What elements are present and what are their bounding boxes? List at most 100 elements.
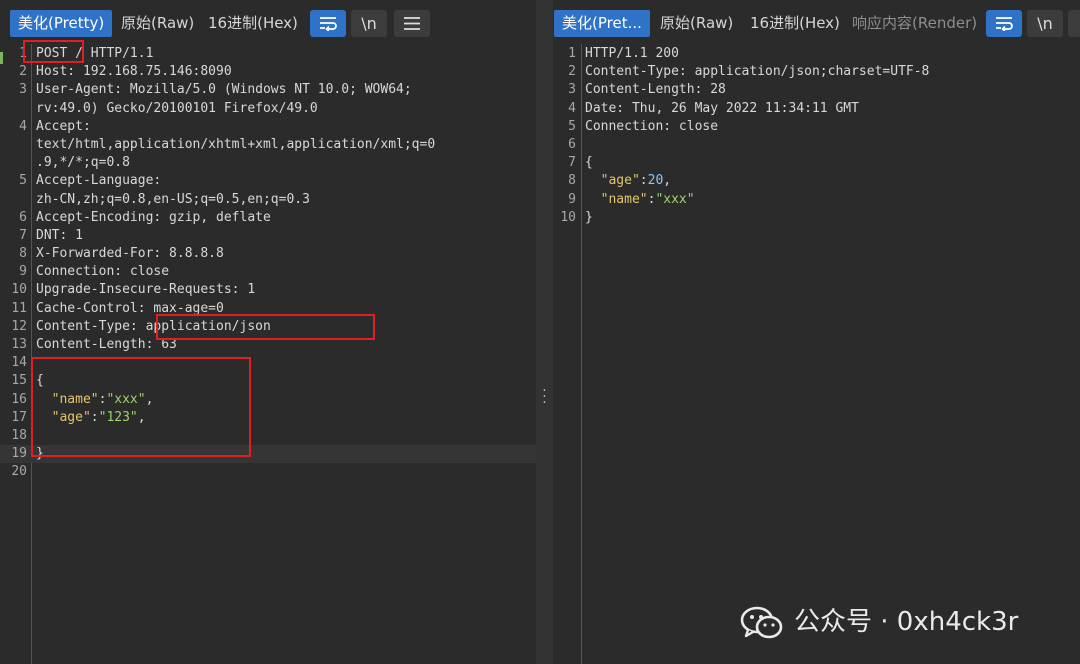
- code-token: Connection: close: [36, 264, 170, 280]
- code-line: 2 Host: 192.168.75.146:8090: [0, 63, 536, 81]
- code-line: 9 "name":"xxx": [553, 191, 1080, 209]
- tab-pretty[interactable]: 美化(Pretty): [10, 10, 113, 37]
- code-token: "age": [600, 173, 640, 189]
- line-number: 3: [19, 82, 27, 98]
- line-number: 4: [19, 118, 27, 134]
- line-number: 10: [11, 282, 27, 298]
- line-text: HTTP/1.1 200: [585, 45, 679, 63]
- code-token: :: [639, 173, 648, 189]
- code-line: 20: [0, 463, 536, 481]
- line-number: 17: [11, 409, 27, 425]
- line-number: 15: [11, 373, 27, 389]
- json-body-highlight-box: [31, 357, 251, 457]
- content-type-highlight-box: [156, 314, 375, 340]
- wechat-icon: [740, 606, 783, 638]
- newline-label: \n: [1037, 14, 1053, 33]
- line-number: 7: [19, 227, 27, 243]
- line-text: Connection: close: [36, 263, 169, 281]
- line-text: }: [585, 209, 593, 227]
- line-text: "name":"xxx": [585, 191, 695, 209]
- code-token: Accept-Encoding: gzip, deflate: [36, 209, 271, 225]
- code-line: 7{: [553, 154, 1080, 172]
- code-token: X-Forwarded-For: 8.8.8.8: [36, 246, 224, 262]
- show-newlines-button[interactable]: \n: [351, 10, 387, 37]
- code-token: Content-Type: application/json;charset=U…: [585, 64, 930, 80]
- code-line: 8 "age":20,: [553, 172, 1080, 190]
- line-number: 16: [11, 391, 27, 407]
- line-number: 11: [11, 300, 27, 316]
- line-text: Accept-Language:: [36, 172, 161, 190]
- line-number: 9: [568, 191, 576, 207]
- line-text: {: [585, 154, 593, 172]
- request-editor[interactable]: 1 POST / HTTP/1.1 2 Host: 192.168.75.146:80…: [0, 44, 536, 664]
- line-text: Accept:: [36, 118, 91, 136]
- drag-handle-icon[interactable]: · · ·: [542, 384, 547, 410]
- code-line: 1 HTTP/1.1 200: [553, 45, 1080, 63]
- code-line: 9 Connection: close: [0, 263, 536, 281]
- code-line: rv:49.0) Gecko/20100101 Firefox/49.0: [0, 100, 536, 118]
- line-number: 2: [568, 64, 576, 80]
- code-line: 2 Content-Type: application/json;charset=…: [553, 63, 1080, 81]
- line-number: 8: [568, 173, 576, 189]
- line-number: 18: [11, 427, 27, 443]
- code-line: 4 Accept:: [0, 118, 536, 136]
- line-number: 9: [19, 264, 27, 280]
- code-line: 6: [553, 136, 1080, 154]
- tab-render-response[interactable]: 响应内容(Render): [844, 10, 985, 37]
- watermark-text: 公众号 · 0xh4ck3r: [794, 607, 1019, 637]
- edge-marker: [0, 52, 3, 64]
- tab-hex-response[interactable]: 16进制(Hex): [742, 10, 848, 37]
- line-text: DNT: 1: [36, 227, 83, 245]
- line-number: 7: [568, 155, 576, 171]
- line-text: User-Agent: Mozilla/5.0 (Windows NT 10.0…: [36, 81, 412, 99]
- code-line: 3 Content-Length: 28: [553, 81, 1080, 99]
- response-lines: 1 HTTP/1.1 200 2 Content-Type: application/…: [553, 45, 1080, 227]
- code-token: Accept:: [36, 118, 91, 134]
- tab-pretty-response[interactable]: 美化(Pret...: [554, 10, 650, 37]
- word-wrap-button-response[interactable]: [986, 10, 1022, 37]
- line-text: Upgrade-Insecure-Requests: 1: [36, 281, 255, 299]
- code-token: Accept-Language:: [36, 173, 162, 189]
- line-number: 14: [11, 355, 27, 371]
- code-line: zh-CN,zh;q=0.8,en-US;q=0.5,en;q=0.3: [0, 191, 536, 209]
- code-token: Upgrade-Insecure-Requests: 1: [36, 282, 256, 298]
- code-line: 10}: [553, 209, 1080, 227]
- code-line: 8 X-Forwarded-For: 8.8.8.8: [0, 245, 536, 263]
- line-number: 4: [568, 100, 576, 116]
- line-text: Host: 192.168.75.146:8090: [36, 63, 232, 81]
- line-number: 6: [19, 209, 27, 225]
- line-number: 6: [568, 136, 576, 152]
- code-token: rv:49.0) Gecko/20100101 Firefox/49.0: [36, 100, 318, 116]
- response-toolbar: 美化(Pret... 原始(Raw) 16进制(Hex) 响应内容(Render…: [553, 0, 1080, 44]
- tab-hex[interactable]: 16进制(Hex): [200, 10, 306, 37]
- word-wrap-icon: [320, 17, 337, 31]
- tab-raw-response[interactable]: 原始(Raw): [652, 10, 741, 37]
- line-text: Content-Length: 28: [585, 81, 726, 99]
- word-wrap-button[interactable]: [310, 10, 346, 37]
- line-text: zh-CN,zh;q=0.8,en-US;q=0.5,en;q=0.3: [36, 191, 310, 209]
- pane-splitter[interactable]: · · ·: [536, 0, 553, 664]
- request-toolbar: 美化(Pretty) 原始(Raw) 16进制(Hex) \n: [0, 0, 536, 44]
- show-newlines-button-response[interactable]: \n: [1027, 10, 1063, 37]
- code-line: 7 DNT: 1: [0, 227, 536, 245]
- post-highlight-box: [23, 40, 84, 63]
- code-line: 6 Accept-Encoding: gzip, deflate: [0, 209, 536, 227]
- code-line: 5 Connection: close: [553, 118, 1080, 136]
- tab-raw[interactable]: 原始(Raw): [113, 10, 202, 37]
- word-wrap-icon: [996, 17, 1013, 31]
- code-token: ,: [663, 173, 672, 189]
- line-number: 19: [11, 446, 27, 462]
- hamburger-menu-icon: [404, 17, 420, 30]
- code-token: DNT: 1: [36, 227, 83, 243]
- response-editor[interactable]: 1 HTTP/1.1 200 2 Content-Type: application/…: [553, 44, 1080, 664]
- menu-button[interactable]: [394, 10, 430, 37]
- code-token: Host: 192.168.75.146:8090: [36, 64, 232, 80]
- code-token: text/html,application/xhtml+xml,applicat…: [36, 136, 436, 152]
- menu-button-response[interactable]: [1068, 10, 1080, 37]
- code-line: 4 Date: Thu, 26 May 2022 11:34:11 GMT: [553, 100, 1080, 118]
- watermark: 公众号 · 0xh4ck3r: [740, 598, 1018, 646]
- code-token: User-Agent: Mozilla/5.0 (Windows NT 10.0…: [36, 82, 412, 98]
- code-token: Date: Thu, 26 May 2022 11:34:11 GMT: [585, 100, 859, 116]
- line-number: 10: [560, 209, 576, 225]
